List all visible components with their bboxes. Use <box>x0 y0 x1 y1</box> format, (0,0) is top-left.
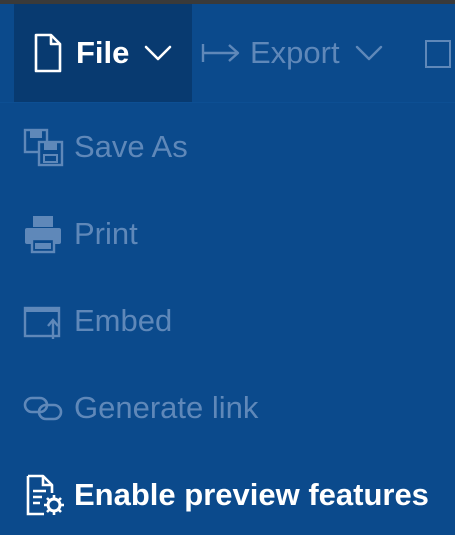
printer-icon <box>22 212 66 256</box>
menu-item-generate-link[interactable]: Generate link <box>0 378 455 438</box>
file-menu-label: File <box>76 35 130 70</box>
save-as-icon <box>22 125 66 169</box>
menu-item-label: Generate link <box>74 390 259 425</box>
app-window: File Export Save As Print Embed Generate… <box>0 4 455 535</box>
menu-item-label: Save As <box>74 129 188 164</box>
chevron-down-icon <box>355 45 382 61</box>
arrow-right-bar-icon <box>201 44 240 62</box>
menu-item-label: Embed <box>74 303 173 338</box>
file-menu-button[interactable]: File <box>14 4 192 102</box>
embed-icon <box>22 299 66 343</box>
menu-item-print[interactable]: Print <box>0 204 455 264</box>
document-icon <box>34 33 62 73</box>
link-icon <box>22 386 66 430</box>
preview-features-icon <box>22 473 66 517</box>
menu-item-enable-preview-features[interactable]: Enable preview features <box>0 465 455 525</box>
menu-item-save-as[interactable]: Save As <box>0 117 455 177</box>
menu-bar: File Export <box>0 4 455 103</box>
menu-item-embed[interactable]: Embed <box>0 291 455 351</box>
export-menu-label: Export <box>250 35 340 70</box>
box-icon[interactable] <box>425 40 451 68</box>
chevron-down-icon <box>145 45 172 61</box>
menu-item-label: Enable preview features <box>74 477 429 512</box>
export-menu-button[interactable]: Export <box>200 4 386 102</box>
menu-item-label: Print <box>74 216 138 251</box>
